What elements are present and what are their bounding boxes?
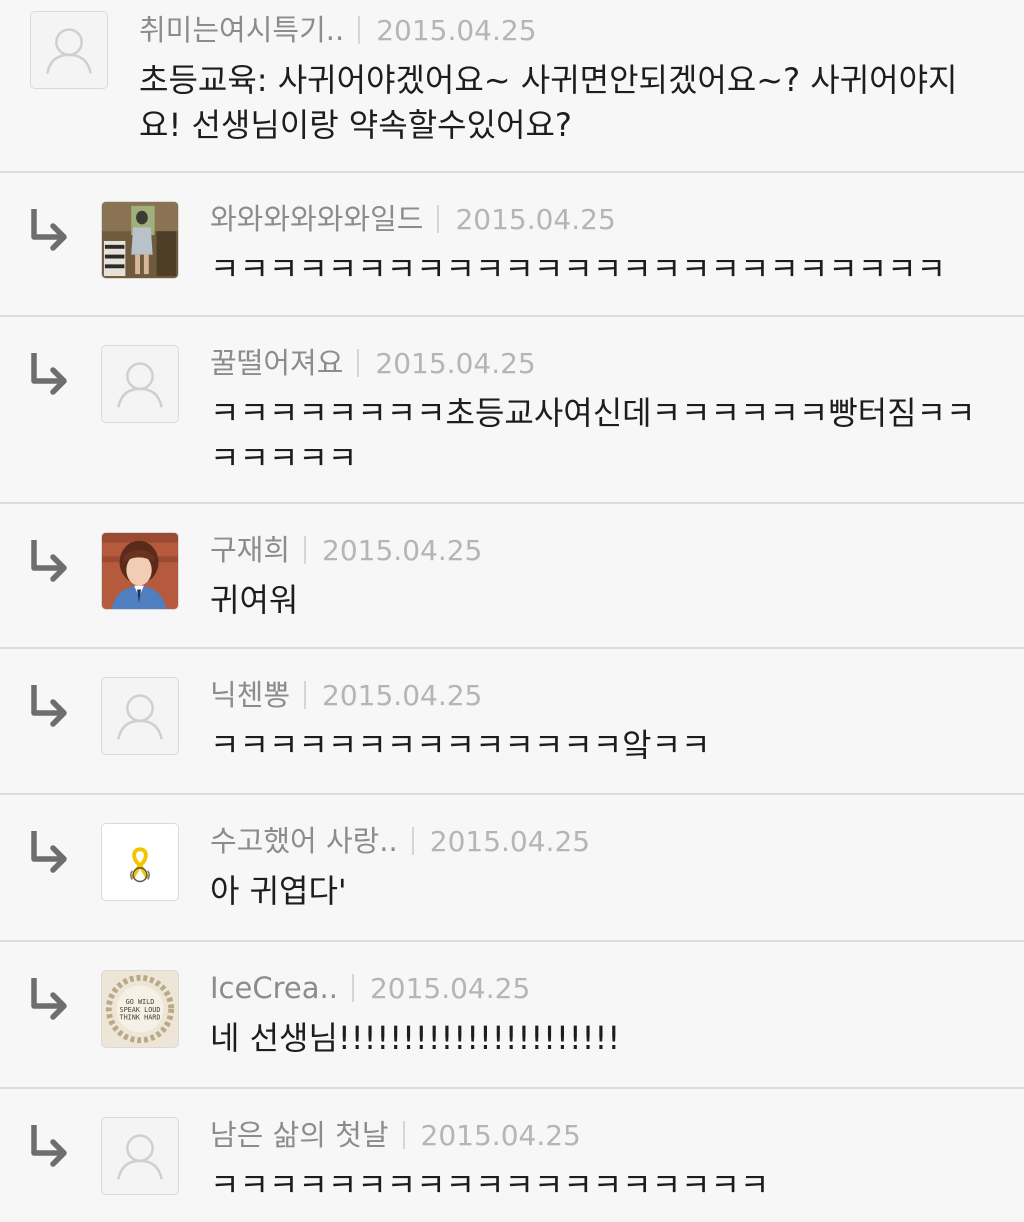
comment-text: ㅋㅋㅋㅋㅋㅋㅋㅋㅋㅋㅋㅋㅋㅋ앜ㅋㅋ bbox=[210, 726, 711, 764]
reply-comment[interactable]: 수고했어 사랑.. 2015.04.25 아 귀엽다' bbox=[0, 795, 1024, 940]
reply-arrow-icon bbox=[26, 681, 72, 727]
author-name[interactable]: 남은 삶의 첫날 bbox=[210, 1118, 389, 1152]
avatar[interactable] bbox=[101, 201, 179, 279]
comment-date: 2015.04.25 bbox=[322, 534, 483, 567]
author-name[interactable]: 꿀떨어져요 bbox=[210, 346, 343, 380]
reply-arrow-icon bbox=[26, 205, 72, 251]
author-name[interactable]: 취미는여시특기.. bbox=[139, 13, 344, 47]
author-name[interactable]: 구재희 bbox=[210, 533, 290, 567]
avatar[interactable]: GO WILD SPEAK LOUD THINK HARD bbox=[101, 970, 179, 1048]
person-standing-photo bbox=[102, 202, 178, 278]
default-avatar-icon bbox=[31, 12, 107, 88]
comment-list: 취미는여시특기.. 2015.04.25 초등교육: 사귀어야겠어요~ 사귀면안되겠… bbox=[0, 0, 1024, 1222]
author-name[interactable]: 닉첸뽕 bbox=[210, 678, 290, 712]
author-name[interactable]: 와와와와와와일드 bbox=[210, 202, 423, 236]
meta-separator bbox=[437, 205, 440, 233]
svg-text:SPEAK LOUD: SPEAK LOUD bbox=[119, 1006, 160, 1014]
comment-date: 2015.04.25 bbox=[375, 347, 536, 380]
comment-text: 아 귀엽다' bbox=[210, 872, 347, 910]
comment-date: 2015.04.25 bbox=[455, 203, 616, 236]
comment-text: ㅋㅋㅋㅋㅋㅋㅋㅋ초등교사여신데ㅋㅋㅋㅋㅋㅋ빵터짐ㅋㅋ ㅋㅋㅋㅋㅋ bbox=[210, 394, 976, 477]
default-avatar-icon bbox=[102, 678, 178, 754]
reply-comment[interactable]: 남은 삶의 첫날 2015.04.25 ㅋㅋㅋㅋㅋㅋㅋㅋㅋㅋㅋㅋㅋㅋㅋㅋㅋㅋㅋ bbox=[0, 1089, 1024, 1222]
boy-portrait-photo bbox=[102, 533, 178, 609]
avatar[interactable] bbox=[101, 1117, 179, 1195]
author-name[interactable]: IceCrea.. bbox=[210, 971, 338, 1005]
meta-separator bbox=[411, 827, 414, 855]
comment-meta: IceCrea.. 2015.04.25 bbox=[210, 968, 530, 1008]
reply-comment[interactable]: 구재희 2015.04.25 귀여워 bbox=[0, 504, 1024, 647]
yellow-ribbon-icon bbox=[102, 824, 178, 900]
meta-separator bbox=[304, 536, 307, 564]
svg-text:THINK HARD: THINK HARD bbox=[119, 1014, 160, 1022]
meta-separator bbox=[357, 349, 360, 377]
comment-item[interactable]: 취미는여시특기.. 2015.04.25 초등교육: 사귀어야겠어요~ 사귀면안되겠… bbox=[0, 0, 1024, 171]
comment-meta: 구재희 2015.04.25 bbox=[210, 530, 482, 570]
reply-arrow-icon bbox=[26, 536, 72, 582]
comment-meta: 꿀떨어져요 2015.04.25 bbox=[210, 343, 536, 383]
avatar[interactable] bbox=[101, 677, 179, 755]
default-avatar-icon bbox=[102, 1118, 178, 1194]
comment-text: 네 선생님!!!!!!!!!!!!!!!!!!!!!! bbox=[210, 1019, 621, 1057]
reply-comment[interactable]: 와와와와와와일드 2015.04.25 ㅋㅋㅋㅋㅋㅋㅋㅋㅋㅋㅋㅋㅋㅋㅋㅋㅋㅋㅋㅋㅋㅋ… bbox=[0, 173, 1024, 315]
comment-meta: 닉첸뽕 2015.04.25 bbox=[210, 675, 482, 715]
avatar[interactable] bbox=[101, 532, 179, 610]
comment-text: 초등교육: 사귀어야겠어요~ 사귀면안되겠어요~? 사귀어야지 요! 선생님이랑… bbox=[139, 61, 958, 144]
reply-comment[interactable]: GO WILD SPEAK LOUD THINK HARD IceCrea.. 2… bbox=[0, 942, 1024, 1087]
meta-separator bbox=[304, 681, 307, 709]
avatar[interactable] bbox=[101, 345, 179, 423]
reply-comment[interactable]: 닉첸뽕 2015.04.25 ㅋㅋㅋㅋㅋㅋㅋㅋㅋㅋㅋㅋㅋㅋ앜ㅋㅋ bbox=[0, 649, 1024, 793]
comment-date: 2015.04.25 bbox=[369, 972, 531, 1005]
comment-date: 2015.04.25 bbox=[420, 1119, 581, 1152]
reply-arrow-icon bbox=[26, 1121, 72, 1167]
reply-arrow-icon bbox=[26, 827, 72, 873]
comment-text: ㅋㅋㅋㅋㅋㅋㅋㅋㅋㅋㅋㅋㅋㅋㅋㅋㅋㅋㅋㅋㅋㅋㅋㅋㅋ bbox=[210, 250, 947, 288]
comment-meta: 남은 삶의 첫날 2015.04.25 bbox=[210, 1115, 581, 1155]
comment-text: ㅋㅋㅋㅋㅋㅋㅋㅋㅋㅋㅋㅋㅋㅋㅋㅋㅋㅋㅋ bbox=[210, 1166, 770, 1204]
reply-arrow-icon bbox=[26, 349, 72, 395]
avatar[interactable] bbox=[101, 823, 179, 901]
author-name[interactable]: 수고했어 사랑.. bbox=[210, 824, 398, 858]
comment-text: 귀여워 bbox=[210, 581, 299, 619]
meta-separator bbox=[351, 974, 354, 1002]
comment-meta: 와와와와와와일드 2015.04.25 bbox=[210, 199, 616, 239]
meta-separator bbox=[358, 16, 361, 44]
avatar[interactable] bbox=[30, 11, 108, 89]
reply-arrow-icon bbox=[26, 974, 72, 1020]
comment-date: 2015.04.25 bbox=[429, 825, 591, 858]
wreath-badge-image: GO WILD SPEAK LOUD THINK HARD bbox=[102, 971, 178, 1047]
meta-separator bbox=[402, 1121, 405, 1149]
comment-date: 2015.04.25 bbox=[376, 14, 537, 47]
default-avatar-icon bbox=[102, 346, 178, 422]
svg-text:GO WILD: GO WILD bbox=[126, 998, 155, 1006]
comment-meta: 취미는여시특기.. 2015.04.25 bbox=[139, 10, 537, 50]
reply-comment[interactable]: 꿀떨어져요 2015.04.25 ㅋㅋㅋㅋㅋㅋㅋㅋ초등교사여신데ㅋㅋㅋㅋㅋㅋ빵터짐ㅋ… bbox=[0, 317, 1024, 502]
comment-date: 2015.04.25 bbox=[322, 679, 483, 712]
comment-meta: 수고했어 사랑.. 2015.04.25 bbox=[210, 821, 590, 861]
